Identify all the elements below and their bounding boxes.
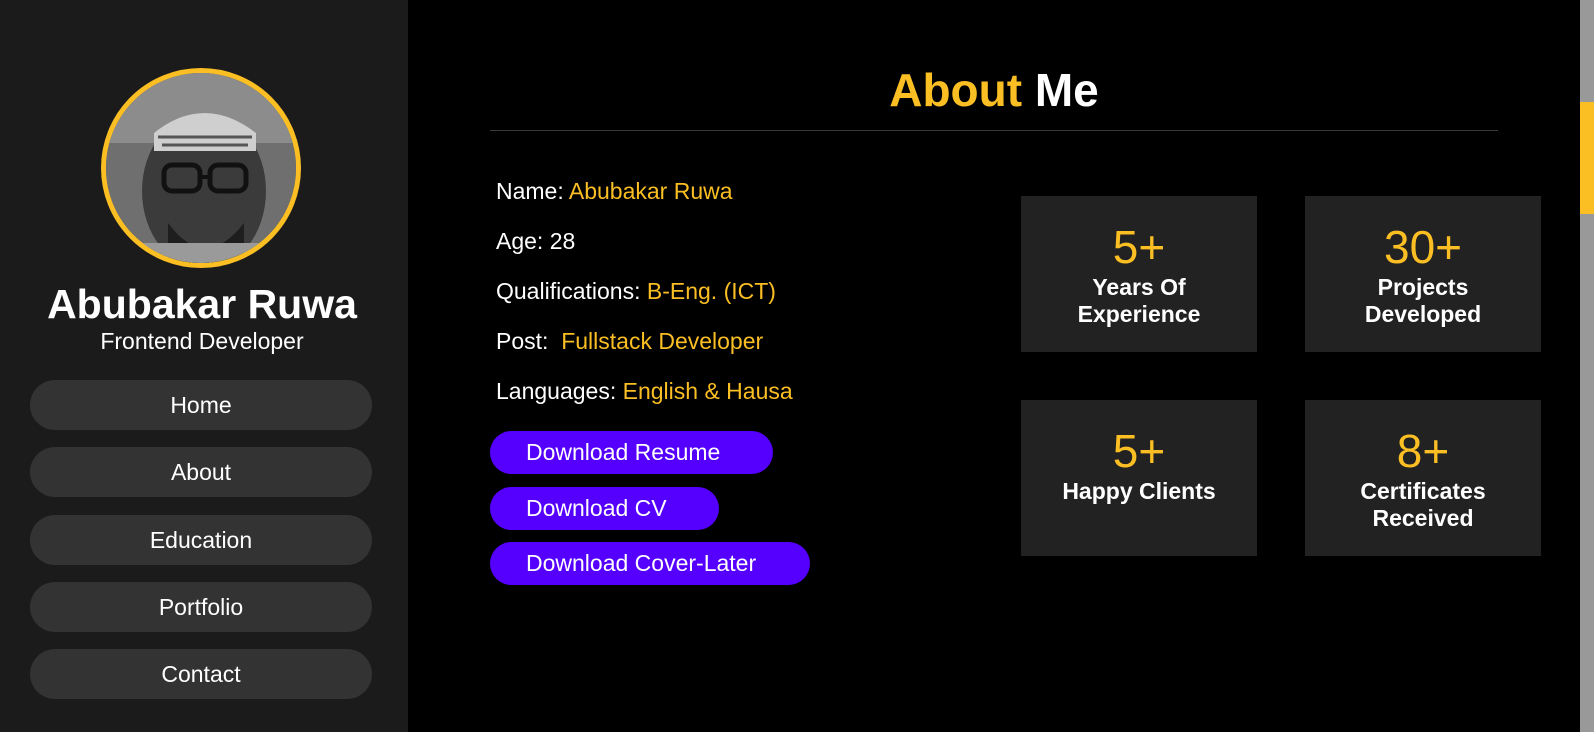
profile-avatar [101,68,301,268]
section-title-accent: About [889,64,1023,116]
stat-card-certificates: 8+ Certificates Received [1305,400,1541,556]
nav-about-button[interactable]: About [30,447,372,497]
info-post-row: Post: Fullstack Developer [496,326,763,356]
info-value: English & Hausa [622,378,793,404]
info-label: Qualifications: [496,278,647,304]
stat-value: 5+ [1112,425,1166,477]
stat-value: 8+ [1396,425,1450,477]
stat-value: 30+ [1383,221,1463,273]
stat-card-clients: 5+ Happy Clients [1021,400,1257,556]
profile-name: Abubakar Ruwa [47,281,357,327]
stat-card-projects: 30+ Projects Developed [1305,196,1541,352]
nav-education-button[interactable]: Education [30,515,372,565]
info-value: Fullstack Developer [561,328,764,354]
stat-card-experience: 5+ Years Of Experience [1021,196,1257,352]
stat-value: 5+ [1112,221,1166,273]
info-label: Name: [496,178,569,204]
info-age-row: Age: 28 [496,226,575,256]
info-label: Post: [496,328,562,354]
avatar-portrait-icon [106,73,296,263]
info-name-row: Name: Abubakar Ruwa [496,176,733,206]
scrollbar-thumb[interactable] [1580,102,1594,214]
portfolio-app: Abubakar Ruwa Frontend Developer Home Ab… [0,0,1594,732]
section-title-rest: Me [1034,64,1099,116]
stat-label: Projects Developed [1364,274,1482,327]
info-languages-row: Languages: English & Hausa [496,376,793,406]
stat-label: Years Of Experience [1077,274,1201,327]
about-section: About Me Name: Abubakar Ruwa Age: 28 Qua… [408,0,1580,732]
stat-label: Happy Clients [1062,478,1216,504]
info-label: Age: 28 [496,228,576,254]
nav-home-button[interactable]: Home [30,380,372,430]
nav-contact-button[interactable]: Contact [30,649,372,699]
info-value: B-Eng. (ICT) [646,278,776,304]
info-value: Abubakar Ruwa [568,178,733,204]
info-qualifications-row: Qualifications: B-Eng. (ICT) [496,276,776,306]
download-cover-letter-button[interactable]: Download Cover-Later [490,542,810,585]
profile-role: Frontend Developer [100,328,304,354]
stat-label: Certificates Received [1360,478,1486,531]
section-divider [490,130,1498,131]
sidebar: Abubakar Ruwa Frontend Developer Home Ab… [0,0,408,732]
download-cv-button[interactable]: Download CV [490,487,719,530]
nav-portfolio-button[interactable]: Portfolio [30,582,372,632]
download-resume-button[interactable]: Download Resume [490,431,773,474]
section-title: About Me [490,62,1498,118]
info-label: Languages: [496,378,623,404]
